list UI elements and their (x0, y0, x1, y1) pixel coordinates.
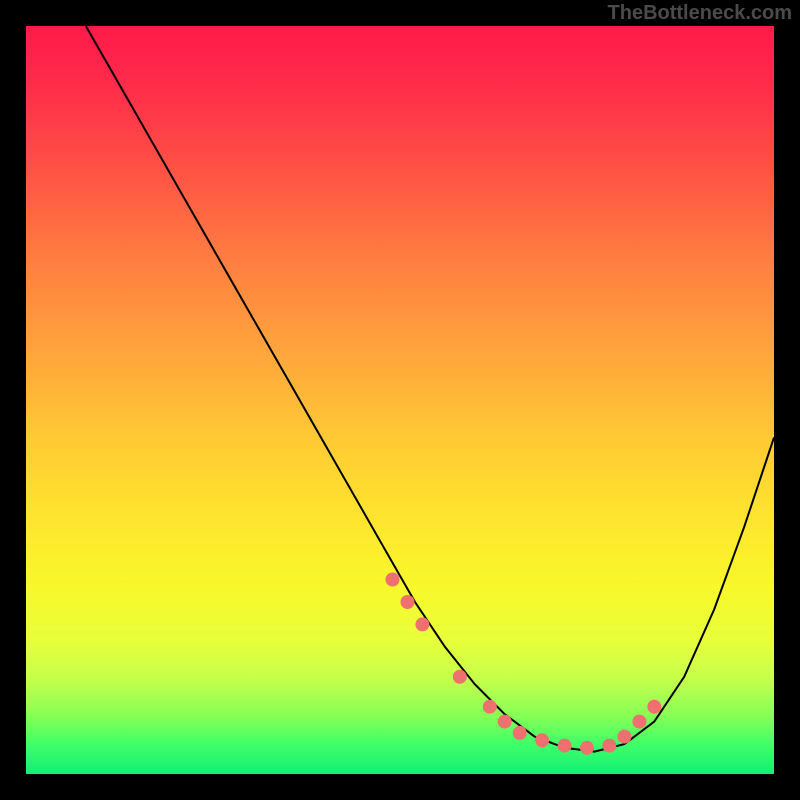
data-marker (632, 715, 646, 729)
data-markers (386, 573, 662, 755)
data-marker (483, 700, 497, 714)
chart-plot-area (26, 26, 774, 774)
data-marker (415, 617, 429, 631)
chart-svg (26, 26, 774, 774)
data-marker (602, 739, 616, 753)
data-marker (401, 595, 415, 609)
bottleneck-curve (86, 26, 774, 752)
data-marker (617, 730, 631, 744)
data-marker (453, 670, 467, 684)
data-marker (535, 733, 549, 747)
data-marker (498, 715, 512, 729)
data-marker (386, 573, 400, 587)
data-marker (558, 739, 572, 753)
data-marker (647, 700, 661, 714)
data-marker (513, 726, 527, 740)
watermark-text: TheBottleneck.com (608, 2, 792, 25)
data-marker (580, 741, 594, 755)
